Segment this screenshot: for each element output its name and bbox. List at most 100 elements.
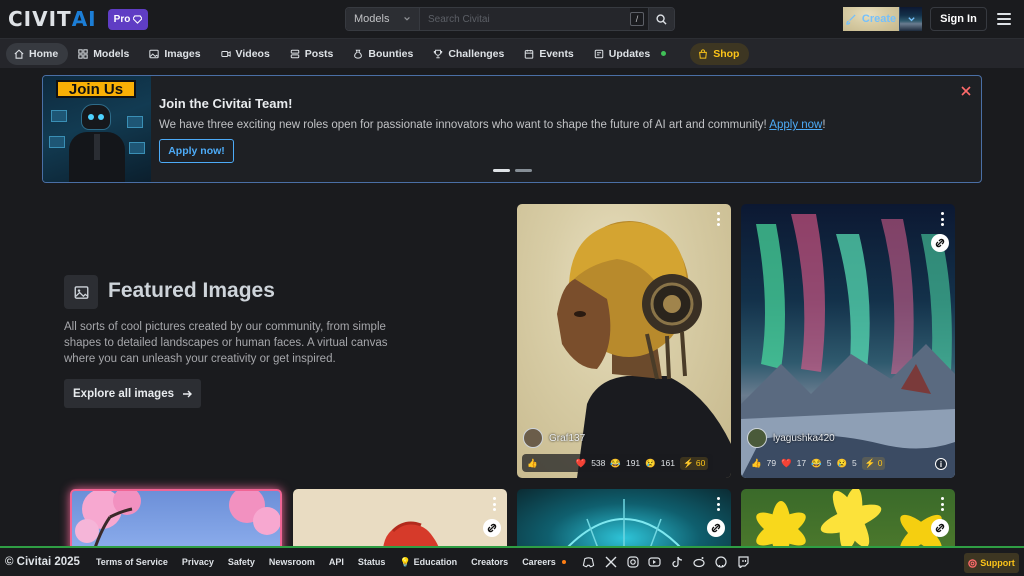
footer-link-education[interactable]: 💡 Education bbox=[399, 557, 457, 568]
card-user[interactable]: lyagushka420 bbox=[747, 428, 835, 448]
footer-link-terms[interactable]: Terms of Service bbox=[96, 557, 168, 567]
username: Graf137 bbox=[549, 432, 586, 444]
carousel-dot-1[interactable] bbox=[493, 169, 510, 172]
trophy-icon bbox=[434, 49, 443, 58]
nav-item-home[interactable]: Home bbox=[6, 42, 69, 65]
github-icon[interactable] bbox=[714, 555, 728, 569]
remix-button[interactable] bbox=[707, 519, 725, 537]
close-icon[interactable] bbox=[959, 84, 973, 98]
search-bar: Models / bbox=[345, 7, 675, 31]
link-icon bbox=[935, 238, 945, 248]
cry-icon[interactable]: 😢 bbox=[645, 458, 656, 469]
create-menu-toggle[interactable] bbox=[900, 7, 922, 31]
nav-item-bounties[interactable]: Bounties bbox=[345, 43, 423, 65]
nav-item-shop[interactable]: Shop bbox=[690, 42, 750, 65]
apply-now-button[interactable]: Apply now! bbox=[159, 139, 234, 163]
reddit-icon[interactable] bbox=[692, 555, 706, 569]
twitch-icon[interactable] bbox=[736, 555, 750, 569]
footer-link-privacy[interactable]: Privacy bbox=[182, 557, 214, 567]
arrow-right-icon bbox=[183, 390, 192, 397]
home-icon bbox=[14, 49, 24, 59]
featured-description: All sorts of cool pictures created by ou… bbox=[64, 321, 388, 365]
chevron-down-icon bbox=[907, 16, 915, 21]
sign-in-button[interactable]: Sign In bbox=[930, 7, 987, 31]
carousel-dot-2[interactable] bbox=[515, 169, 532, 172]
lifebuoy-icon bbox=[968, 558, 978, 568]
remix-button[interactable] bbox=[931, 519, 949, 537]
top-header: CIVITAI Pro Models / Create Sign In bbox=[0, 0, 1024, 39]
featured-title: Featured Images bbox=[108, 279, 275, 302]
reaction-bar: 👍 ❤️ 538 😂 191 😢 161 ⚡ 60 bbox=[522, 454, 714, 472]
search-shortcut-key: / bbox=[630, 12, 644, 26]
shop-icon bbox=[699, 48, 708, 59]
pro-label: Pro bbox=[113, 14, 131, 25]
footer-link-newsroom[interactable]: Newsroom bbox=[269, 557, 315, 567]
diamond-icon bbox=[133, 15, 143, 24]
copyright: © Civitai 2025 bbox=[5, 556, 80, 568]
nav-item-updates[interactable]: Updates bbox=[586, 43, 676, 65]
youtube-icon[interactable] bbox=[648, 555, 662, 569]
footer-link-status[interactable]: Status bbox=[358, 557, 386, 567]
main-nav: Home Models Images Videos Posts Bounties… bbox=[0, 39, 1024, 68]
thumbs-up-icon[interactable]: 👍 bbox=[527, 458, 538, 469]
more-options-icon[interactable] bbox=[717, 497, 721, 511]
banner-text: We have three exciting new roles open fo… bbox=[159, 119, 826, 131]
footer: © Civitai 2025 Terms of Service Privacy … bbox=[0, 546, 1024, 576]
nav-item-videos[interactable]: Videos bbox=[213, 43, 280, 65]
remix-button[interactable] bbox=[483, 519, 501, 537]
more-options-icon[interactable] bbox=[941, 497, 945, 511]
footer-link-safety[interactable]: Safety bbox=[228, 557, 255, 567]
calendar-icon bbox=[525, 49, 534, 59]
heart-icon[interactable]: ❤️ bbox=[781, 458, 792, 469]
logo-text-ai: AI bbox=[71, 7, 97, 31]
info-icon[interactable]: i bbox=[935, 458, 947, 470]
more-options-icon[interactable] bbox=[941, 212, 945, 226]
laugh-icon[interactable]: 😂 bbox=[811, 458, 822, 469]
menu-icon[interactable] bbox=[997, 13, 1011, 25]
heart-icon[interactable]: ❤️ bbox=[576, 458, 587, 469]
explore-images-button[interactable]: Explore all images bbox=[64, 379, 201, 408]
image-icon bbox=[74, 285, 88, 299]
posts-icon bbox=[290, 49, 300, 58]
tiktok-icon[interactable] bbox=[670, 555, 684, 569]
card-user[interactable]: Graf137 bbox=[523, 428, 585, 448]
remix-button[interactable] bbox=[931, 234, 949, 252]
search-button[interactable] bbox=[648, 8, 674, 30]
apply-now-link[interactable]: Apply now bbox=[769, 119, 822, 131]
lightbulb-icon: 💡 bbox=[399, 556, 411, 567]
create-button[interactable]: Create bbox=[843, 7, 922, 31]
image-card[interactable]: Graf137 👍 ❤️ 538 😂 191 😢 161 ⚡ 60 bbox=[517, 204, 731, 478]
image-card[interactable]: lyagushka420 👍 79 ❤️ 17 😂 5 😢 5 ⚡ 0 i bbox=[741, 204, 955, 478]
search-input[interactable] bbox=[420, 8, 630, 30]
nav-item-images[interactable]: Images bbox=[141, 43, 210, 65]
buzz-tip-button[interactable]: ⚡ 60 bbox=[679, 456, 709, 470]
footer-link-creators[interactable]: Creators bbox=[471, 557, 508, 567]
x-twitter-icon[interactable] bbox=[604, 555, 618, 569]
video-icon bbox=[220, 50, 231, 57]
pro-button[interactable]: Pro bbox=[108, 9, 148, 30]
thumbs-up-icon[interactable]: 👍 bbox=[751, 458, 762, 469]
nav-item-posts[interactable]: Posts bbox=[282, 43, 344, 65]
updates-status-dot bbox=[661, 51, 667, 56]
instagram-icon[interactable] bbox=[626, 555, 640, 569]
join-us-illustration: Join Us bbox=[43, 76, 151, 182]
more-options-icon[interactable] bbox=[493, 497, 497, 511]
more-options-icon[interactable] bbox=[717, 212, 721, 226]
nav-item-challenges[interactable]: Challenges bbox=[425, 43, 514, 65]
support-button[interactable]: Support bbox=[964, 553, 1019, 573]
footer-link-careers[interactable]: Careers bbox=[522, 557, 566, 567]
nav-item-models[interactable]: Models bbox=[70, 43, 139, 65]
footer-link-api[interactable]: API bbox=[329, 557, 344, 567]
bounty-icon bbox=[354, 49, 363, 59]
banner-title: Join the Civitai Team! bbox=[159, 96, 293, 111]
avatar bbox=[523, 428, 543, 448]
nav-item-events[interactable]: Events bbox=[516, 43, 583, 65]
logo-text-civit: CIVIT bbox=[8, 7, 72, 31]
updates-icon bbox=[594, 49, 604, 58]
search-scope-select[interactable]: Models bbox=[346, 8, 420, 30]
laugh-icon[interactable]: 😂 bbox=[610, 458, 621, 469]
buzz-tip-button[interactable]: ⚡ 0 bbox=[861, 456, 886, 470]
cry-icon[interactable]: 😢 bbox=[836, 458, 847, 469]
discord-icon[interactable] bbox=[582, 555, 596, 569]
civitai-logo[interactable]: CIVIT AI bbox=[8, 9, 97, 29]
